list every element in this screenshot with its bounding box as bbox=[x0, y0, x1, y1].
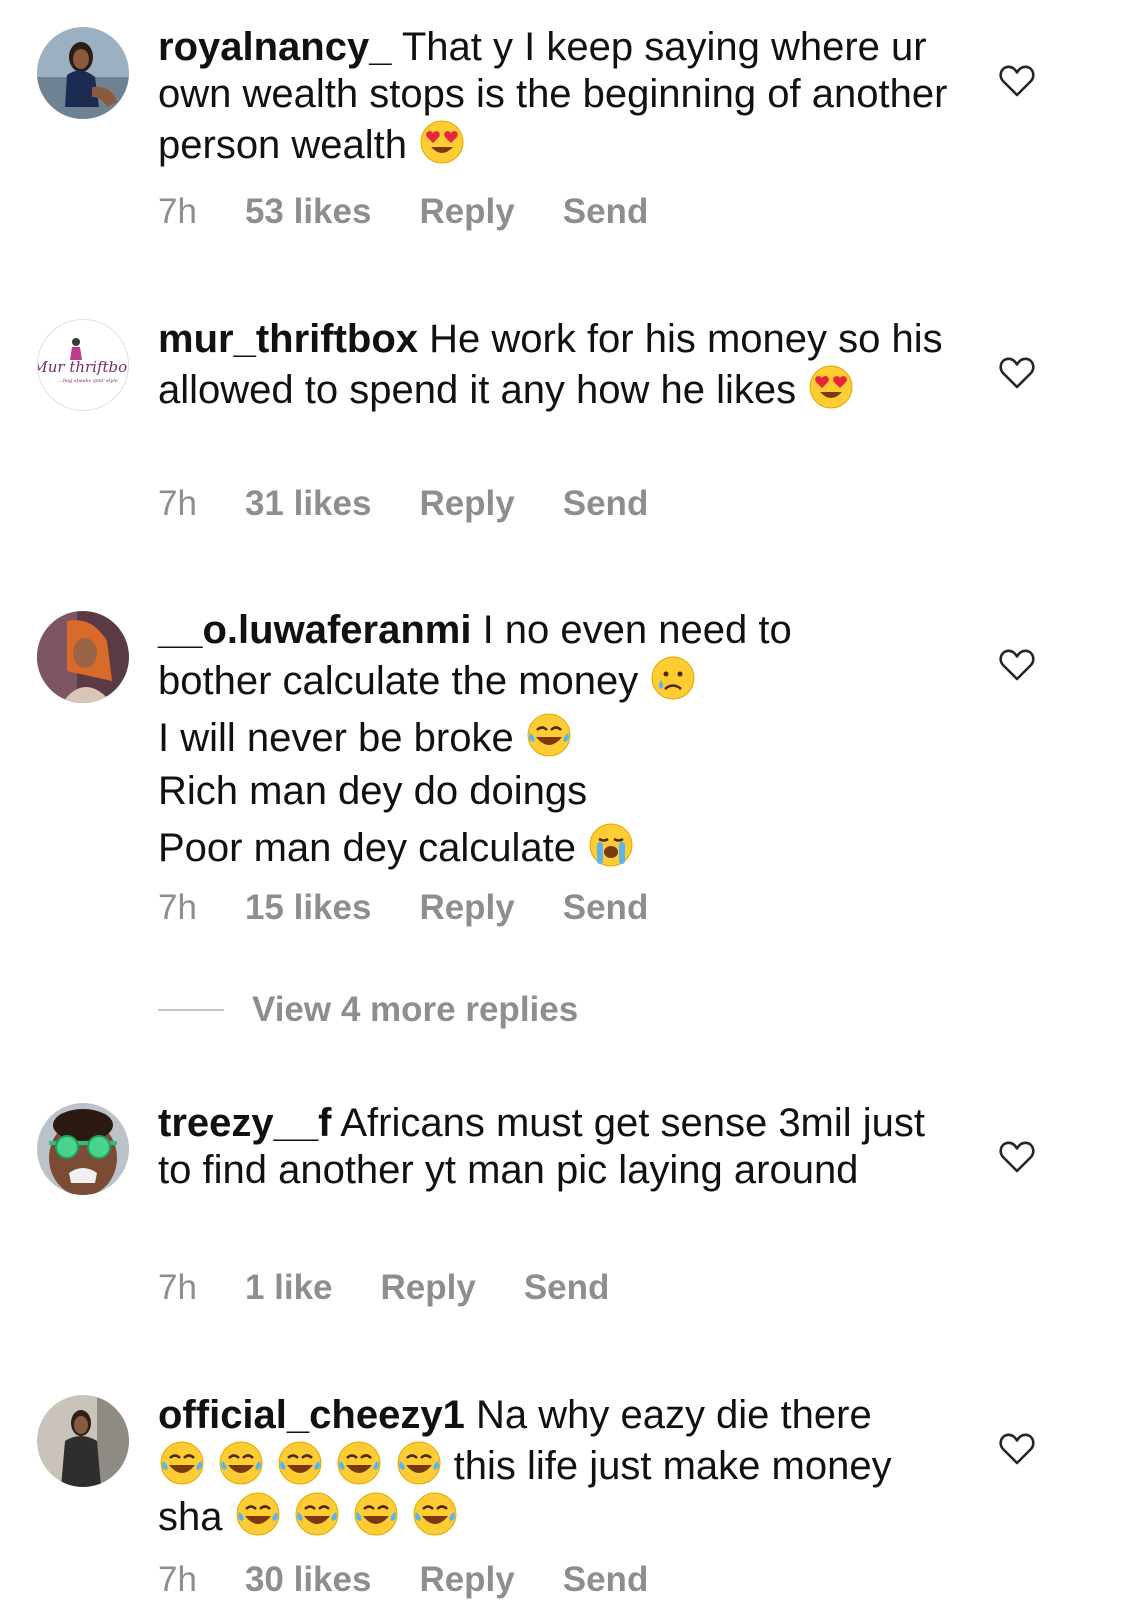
avatar[interactable] bbox=[37, 1395, 129, 1487]
comment-meta: 7h 1 like Reply Send bbox=[158, 1268, 609, 1308]
send-button[interactable]: Send bbox=[524, 1268, 610, 1308]
laughing-tears-emoji-icon bbox=[335, 1439, 383, 1487]
comment-text: royalnancy_ That y I keep saying where u… bbox=[158, 24, 948, 169]
laughing-tears-emoji-icon bbox=[276, 1439, 324, 1487]
comment-body: this life just make money bbox=[453, 1444, 892, 1488]
comment-line: this life just make money bbox=[158, 1439, 948, 1490]
comment-time: 7h bbox=[158, 484, 197, 523]
comment-meta: 7h 30 likes Reply Send bbox=[158, 1560, 648, 1600]
comment-body: Poor man dey calculate bbox=[158, 826, 577, 870]
send-button[interactable]: Send bbox=[563, 1560, 649, 1600]
laughing-tears-emoji-icon bbox=[293, 1490, 341, 1538]
comment-meta: 7h 31 likes Reply Send bbox=[158, 484, 648, 524]
laughing-tears-emoji-icon bbox=[217, 1439, 265, 1487]
like-heart-icon[interactable] bbox=[997, 1136, 1037, 1176]
replies-divider bbox=[158, 1009, 224, 1011]
comment-text: __o.luwaferanmi I no even need to bother… bbox=[158, 607, 948, 872]
heart-eyes-emoji-icon bbox=[418, 118, 466, 166]
sad-tear-emoji-icon bbox=[649, 654, 697, 702]
loudly-crying-emoji-icon bbox=[587, 821, 635, 869]
comment-line: bother calculate the money bbox=[158, 654, 948, 705]
comment-username[interactable]: __o.luwaferanmi bbox=[158, 608, 471, 652]
laughing-tears-emoji-icon bbox=[352, 1490, 400, 1538]
comment-time: 7h bbox=[158, 192, 197, 231]
comment-body: Rich man dey do doings bbox=[158, 769, 588, 813]
comment-line: Poor man dey calculate bbox=[158, 821, 948, 872]
like-heart-icon[interactable] bbox=[997, 352, 1037, 392]
send-button[interactable]: Send bbox=[563, 888, 649, 928]
comment-username[interactable]: royalnancy_ bbox=[158, 25, 391, 69]
laughing-tears-emoji-icon bbox=[234, 1490, 282, 1538]
heart-eyes-emoji-icon bbox=[807, 363, 855, 411]
like-heart-icon[interactable] bbox=[997, 644, 1037, 684]
reply-button[interactable]: Reply bbox=[419, 888, 514, 928]
reply-button[interactable]: Reply bbox=[381, 1268, 476, 1308]
comment-meta: 7h 15 likes Reply Send bbox=[158, 888, 648, 928]
comment-username[interactable]: mur_thriftbox bbox=[158, 317, 418, 361]
comment-time: 7h bbox=[158, 1268, 197, 1307]
laughing-tears-emoji-icon bbox=[395, 1439, 443, 1487]
comment-time: 7h bbox=[158, 1560, 197, 1599]
send-button[interactable]: Send bbox=[563, 192, 649, 232]
likes-count[interactable]: 1 like bbox=[245, 1268, 333, 1308]
avatar[interactable] bbox=[37, 27, 129, 119]
comment-line: official_cheezy1 Na why eazy die there bbox=[158, 1392, 948, 1439]
comment-meta: 7h 53 likes Reply Send bbox=[158, 192, 648, 232]
comment-username[interactable]: official_cheezy1 bbox=[158, 1393, 465, 1437]
avatar[interactable]: Mur thriftbox ...bag speaks your style bbox=[37, 319, 129, 411]
avatar-logo-tagline: ...bag speaks your style bbox=[58, 378, 118, 384]
comment-body: sha bbox=[158, 1495, 223, 1539]
likes-count[interactable]: 30 likes bbox=[245, 1560, 372, 1600]
laughing-tears-emoji-icon bbox=[525, 711, 573, 759]
comment-username[interactable]: treezy__f bbox=[158, 1101, 331, 1145]
laughing-tears-emoji-icon bbox=[158, 1439, 206, 1487]
comment-line: sha bbox=[158, 1490, 948, 1541]
comment-time: 7h bbox=[158, 888, 197, 927]
send-button[interactable]: Send bbox=[563, 484, 649, 524]
view-more-replies-label[interactable]: View 4 more replies bbox=[252, 990, 578, 1030]
comment-text: official_cheezy1 Na why eazy die there t… bbox=[158, 1392, 948, 1541]
reply-button[interactable]: Reply bbox=[419, 192, 514, 232]
comment-text: treezy__f Africans must get sense 3mil j… bbox=[158, 1100, 948, 1194]
comment-body: bother calculate the money bbox=[158, 659, 639, 703]
reply-button[interactable]: Reply bbox=[419, 484, 514, 524]
avatar[interactable] bbox=[37, 611, 129, 703]
avatar[interactable] bbox=[37, 1103, 129, 1195]
comment-line: I will never be broke bbox=[158, 711, 948, 762]
comment-text: mur_thriftbox He work for his money so h… bbox=[158, 316, 948, 414]
view-more-replies[interactable]: View 4 more replies bbox=[158, 990, 578, 1030]
likes-count[interactable]: 31 likes bbox=[245, 484, 372, 524]
likes-count[interactable]: 53 likes bbox=[245, 192, 372, 232]
like-heart-icon[interactable] bbox=[997, 1428, 1037, 1468]
likes-count[interactable]: 15 likes bbox=[245, 888, 372, 928]
reply-button[interactable]: Reply bbox=[419, 1560, 514, 1600]
comment-line: Rich man dey do doings bbox=[158, 768, 948, 815]
like-heart-icon[interactable] bbox=[997, 60, 1037, 100]
laughing-tears-emoji-icon bbox=[411, 1490, 459, 1538]
comment-body: Na why eazy die there bbox=[475, 1393, 872, 1437]
comment-body: I no even need to bbox=[482, 608, 792, 652]
avatar-logo-text: Mur thriftbox bbox=[38, 358, 129, 376]
comment-body: I will never be broke bbox=[158, 716, 514, 760]
comment-line: __o.luwaferanmi I no even need to bbox=[158, 607, 948, 654]
